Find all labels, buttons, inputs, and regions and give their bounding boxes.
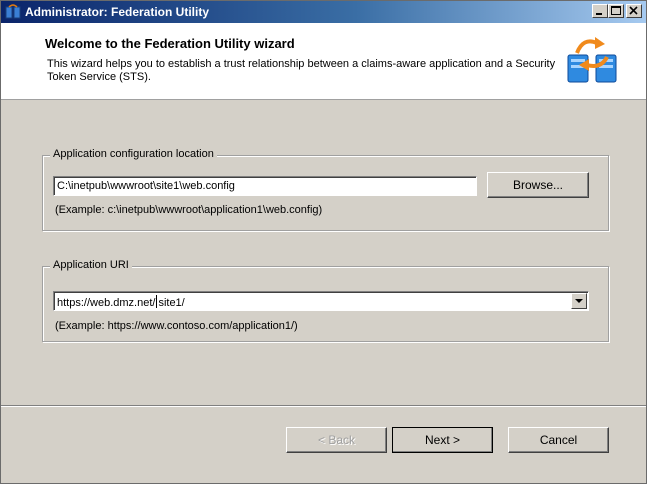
title-bar[interactable]: Administrator: Federation Utility	[1, 1, 646, 23]
browse-button[interactable]: Browse...	[487, 172, 589, 198]
page-description: This wizard helps you to establish a tru…	[47, 58, 556, 83]
close-button[interactable]	[626, 4, 642, 18]
uri-text-after-caret: site1/	[158, 297, 185, 309]
federation-app-icon	[5, 4, 21, 19]
back-button[interactable]: < Back	[286, 427, 387, 453]
config-path-input[interactable]: C:\inetpub\wwwroot\site1\web.config	[53, 176, 477, 196]
config-location-legend: Application configuration location	[50, 148, 217, 160]
federation-servers-icon	[567, 37, 617, 83]
federation-utility-window: Administrator: Federation Utility Welcom…	[0, 0, 647, 484]
maximize-icon	[611, 6, 621, 15]
cancel-button[interactable]: Cancel	[508, 427, 609, 453]
uri-text-before-caret: https://web.dmz.net/	[57, 297, 156, 309]
close-icon	[629, 6, 638, 15]
page-title: Welcome to the Federation Utility wizard	[45, 36, 295, 51]
application-uri-combobox[interactable]: https://web.dmz.net/site1/	[53, 291, 589, 311]
chevron-down-icon	[575, 299, 583, 303]
config-path-example: (Example: c:\inetpub\wwwroot\application…	[55, 204, 323, 216]
application-uri-group: Application URI https://web.dmz.net/site…	[42, 259, 609, 342]
application-uri-example: (Example: https://www.contoso.com/applic…	[55, 320, 298, 332]
footer-divider	[1, 405, 646, 407]
config-location-group: Application configuration location C:\in…	[42, 148, 609, 231]
minimize-icon	[596, 13, 602, 15]
wizard-header: Welcome to the Federation Utility wizard…	[1, 23, 646, 100]
window-title: Administrator: Federation Utility	[25, 5, 210, 19]
next-button[interactable]: Next >	[392, 427, 493, 453]
dropdown-button[interactable]	[571, 293, 587, 309]
application-uri-legend: Application URI	[50, 259, 132, 271]
minimize-button[interactable]	[592, 4, 608, 18]
maximize-button[interactable]	[608, 4, 624, 18]
